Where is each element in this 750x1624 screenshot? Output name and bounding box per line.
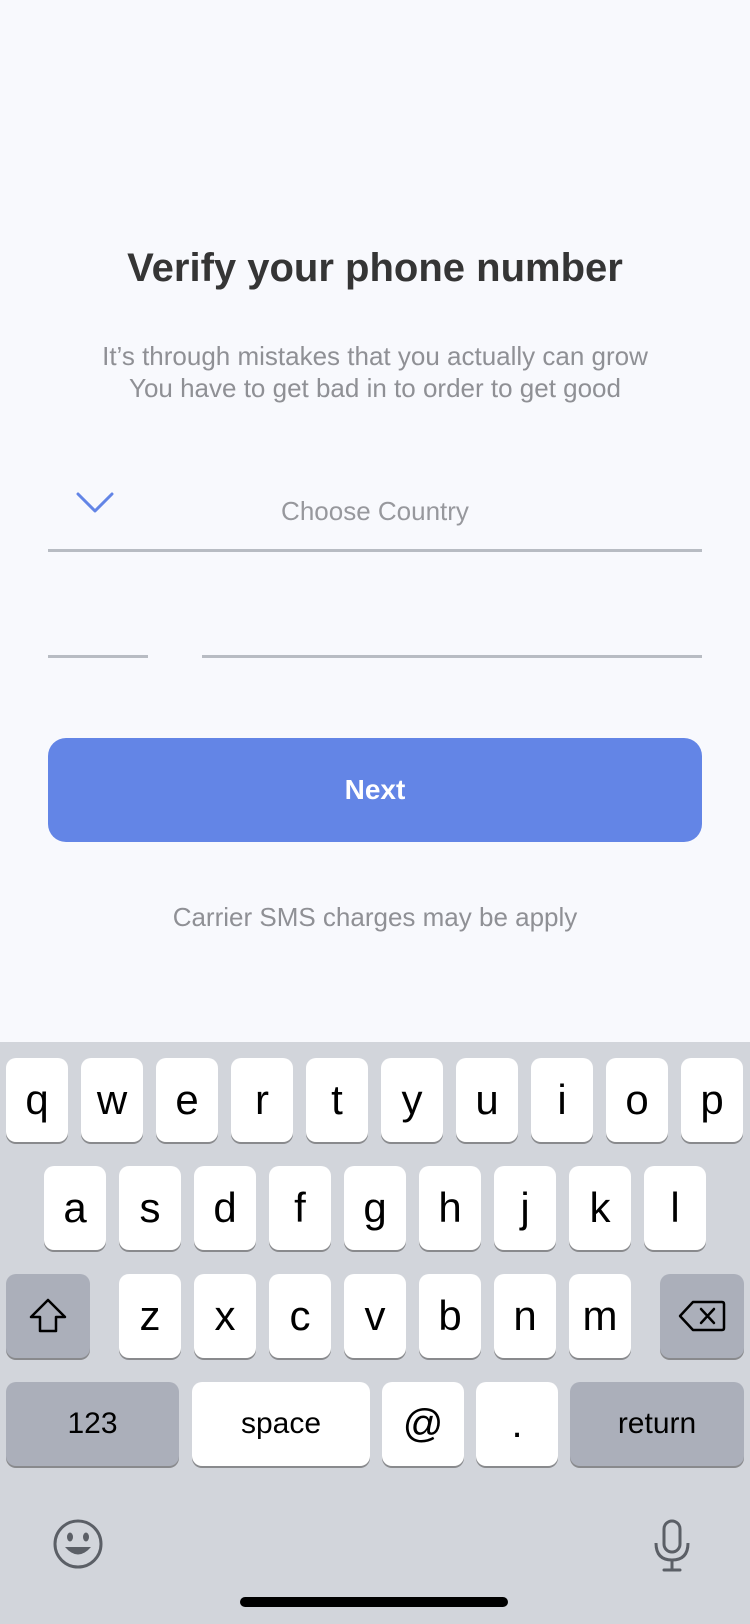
key-g[interactable]: g [344, 1166, 406, 1250]
page-title: Verify your phone number [127, 246, 623, 290]
country-select-placeholder: Choose Country [281, 496, 469, 526]
subtitle-line: It’s through mistakes that you actually … [102, 341, 648, 371]
key-l[interactable]: l [644, 1166, 706, 1250]
key-u[interactable]: u [456, 1058, 518, 1142]
microphone-icon[interactable] [648, 1518, 696, 1574]
key-b[interactable]: b [419, 1274, 481, 1358]
key-p[interactable]: p [681, 1058, 743, 1142]
country-select[interactable]: Choose Country [48, 470, 702, 552]
key-j[interactable]: j [494, 1166, 556, 1250]
next-button[interactable]: Next [48, 738, 702, 842]
key-r[interactable]: r [231, 1058, 293, 1142]
key-n[interactable]: n [494, 1274, 556, 1358]
country-code-input[interactable] [48, 600, 148, 658]
key-k[interactable]: k [569, 1166, 631, 1250]
page-subtitle: It’s through mistakes that you actually … [0, 340, 750, 404]
return-key[interactable]: return [570, 1382, 744, 1466]
shift-icon [29, 1298, 67, 1333]
dot-key[interactable]: . [476, 1382, 558, 1466]
key-a[interactable]: a [44, 1166, 106, 1250]
key-y[interactable]: y [381, 1058, 443, 1142]
sms-charges-note: Carrier SMS charges may be apply [172, 902, 578, 932]
emoji-icon[interactable] [52, 1518, 104, 1570]
key-z[interactable]: z [119, 1274, 181, 1358]
key-i[interactable]: i [531, 1058, 593, 1142]
key-m[interactable]: m [569, 1274, 631, 1358]
key-v[interactable]: v [344, 1274, 406, 1358]
delete-key[interactable] [660, 1274, 744, 1358]
home-indicator [240, 1597, 508, 1607]
key-t[interactable]: t [306, 1058, 368, 1142]
shift-key[interactable] [6, 1274, 90, 1358]
key-d[interactable]: d [194, 1166, 256, 1250]
phone-number-input[interactable] [202, 600, 702, 658]
backspace-icon [678, 1300, 726, 1332]
key-f[interactable]: f [269, 1166, 331, 1250]
subtitle-line: You have to get bad in to order to get g… [129, 373, 621, 403]
space-key[interactable]: space [192, 1382, 370, 1466]
key-s[interactable]: s [119, 1166, 181, 1250]
key-x[interactable]: x [194, 1274, 256, 1358]
key-w[interactable]: w [81, 1058, 143, 1142]
key-o[interactable]: o [606, 1058, 668, 1142]
key-h[interactable]: h [419, 1166, 481, 1250]
numbers-key[interactable]: 123 [6, 1382, 179, 1466]
key-q[interactable]: q [6, 1058, 68, 1142]
at-key[interactable]: @ [382, 1382, 464, 1466]
keyboard: q w e r t y u i o p a s d f g h j k l z … [0, 1042, 750, 1624]
key-c[interactable]: c [269, 1274, 331, 1358]
key-e[interactable]: e [156, 1058, 218, 1142]
